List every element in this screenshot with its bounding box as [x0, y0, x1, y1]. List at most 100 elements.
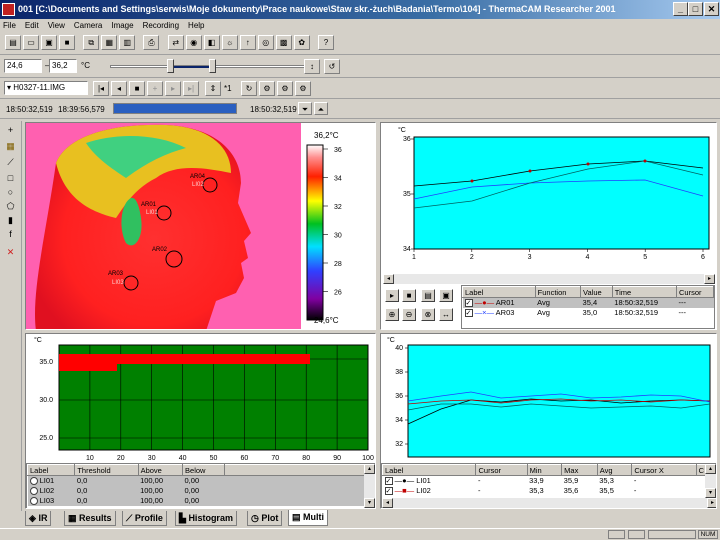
legend-header-label[interactable]: Label	[462, 286, 536, 298]
step-back-icon[interactable]: ◂	[111, 81, 127, 96]
histogram-vscroll[interactable]: ▴ ▾	[364, 464, 375, 508]
rectangle-icon[interactable]: □	[3, 171, 18, 185]
refresh-icon[interactable]: ↻	[241, 81, 257, 96]
legend-header-cursor[interactable]: Cursor	[676, 286, 714, 298]
zoom-out-icon[interactable]: ⊖	[402, 308, 416, 321]
tab-plot[interactable]: ◷ Plot	[247, 511, 283, 526]
formula-icon[interactable]: f	[3, 227, 18, 241]
tab-results[interactable]: ▦ Results	[64, 511, 116, 526]
trend-export-icon[interactable]: ▤	[421, 289, 435, 302]
palette-icon[interactable]: ✿	[293, 35, 310, 50]
sequence-b-icon[interactable]: ⚙	[277, 81, 293, 96]
legend-header-function[interactable]: Function	[534, 286, 582, 298]
camera-icon[interactable]: ◉	[185, 35, 202, 50]
trend-play-icon[interactable]: ▸	[385, 289, 399, 302]
play-icon[interactable]: ▸	[165, 81, 181, 96]
menu-edit[interactable]: Edit	[25, 21, 39, 30]
checkbox[interactable]: ✓	[464, 299, 473, 308]
isotherm-icon[interactable]: ▮	[3, 213, 18, 227]
profile-header-min[interactable]: Min	[526, 464, 563, 476]
scroll-right-icon[interactable]: ▸	[707, 498, 716, 508]
minimize-button[interactable]: _	[673, 2, 688, 16]
pan-icon[interactable]: ↔	[439, 308, 453, 321]
hist-header-below[interactable]: Below	[182, 464, 225, 476]
menu-file[interactable]: File	[3, 21, 16, 30]
save-icon[interactable]: ■	[59, 35, 75, 50]
table-row[interactable]: ✓ —■— LI02 - 35,3 35,6 35,5 -	[383, 486, 716, 496]
trend-hscroll[interactable]: ◂ ▸	[383, 274, 715, 284]
hist-header-above[interactable]: Above	[137, 464, 184, 476]
profile-header-label[interactable]: Label	[382, 464, 477, 476]
record-icon[interactable]: ◧	[203, 35, 220, 50]
range-slider-low-thumb[interactable]	[167, 59, 174, 73]
menu-image[interactable]: Image	[111, 21, 133, 30]
legend-header-value[interactable]: Value	[580, 286, 613, 298]
recording-filename-select[interactable]: ▾ H0327-11.IMG	[4, 81, 88, 95]
profile-header-max[interactable]: Max	[561, 464, 598, 476]
scroll-right-icon[interactable]: ▸	[704, 274, 715, 284]
copy-image-icon[interactable]: ▦	[101, 35, 118, 50]
trend-stop-icon[interactable]: ■	[402, 289, 416, 302]
legend-header-time[interactable]: Time	[611, 286, 678, 298]
scroll-left-icon[interactable]: ◂	[383, 274, 394, 284]
radio-button[interactable]	[29, 487, 38, 495]
checkbox[interactable]: ✓	[384, 477, 393, 486]
go-first-icon[interactable]: |◂	[93, 81, 109, 96]
table-row[interactable]: LI01 0,0 100,00 0,00	[27, 475, 375, 486]
tab-profile[interactable]: ⟋ Profile	[122, 511, 167, 526]
sphere-icon[interactable]: ◎	[257, 35, 274, 50]
menu-view[interactable]: View	[48, 21, 65, 30]
ir-image[interactable]: AR04 LI02 AR01 LI01 AR02 AR03 LI03 36,2°…	[26, 123, 376, 330]
tab-multi[interactable]: ▤ Multi	[288, 510, 329, 526]
polygon-icon[interactable]: ⬠	[3, 199, 18, 213]
range-low-input[interactable]: 24,6	[4, 59, 42, 73]
maximize-button[interactable]: □	[688, 2, 703, 16]
hist-header-threshold[interactable]: Threshold	[74, 464, 139, 476]
zoom-in-icon[interactable]: ⊕	[385, 308, 399, 321]
profile-header-cursorx[interactable]: Cursor X	[631, 464, 697, 476]
paste-icon[interactable]: ▥	[119, 35, 136, 50]
pointer-icon[interactable]: ↑	[239, 35, 256, 50]
print-icon[interactable]: ⎙	[143, 35, 160, 50]
go-last-icon[interactable]: ▸|	[183, 81, 199, 96]
time-slider[interactable]	[113, 103, 237, 114]
speed-spinner-icon[interactable]: ⇕	[205, 81, 221, 96]
scroll-down-icon[interactable]: ▾	[364, 498, 375, 508]
auto-adjust-icon[interactable]: ↕	[304, 59, 320, 74]
copy-icon[interactable]: ⧉	[83, 35, 100, 50]
histogram-chart[interactable]: °C 35.0 30.0 25.0 10 20 30 40 50 60 70 80 90 100	[26, 334, 376, 464]
step-forward-icon[interactable]: +	[147, 81, 163, 96]
profile-header-cursor[interactable]: Cursor	[475, 464, 528, 476]
table-row[interactable]: ✓ —●— AR01 Avg 35,4 18:50:32,519 ---	[462, 297, 714, 308]
checkbox[interactable]: ✓	[464, 309, 473, 317]
close-button[interactable]: ✕	[704, 2, 719, 16]
open-image-icon[interactable]: ▣	[41, 35, 57, 50]
radio-button[interactable]	[29, 477, 38, 486]
sequence-a-icon[interactable]: ⚙	[259, 81, 275, 96]
profile-hscroll[interactable]: ◂ ▸	[382, 498, 716, 508]
range-slider-high-thumb[interactable]	[209, 59, 216, 73]
spot-trend-chart[interactable]: °C 3635341 2 3 4 5 6	[381, 123, 717, 273]
delete-icon[interactable]: ✕	[3, 245, 18, 259]
mark-end-icon[interactable]: ⏶	[314, 102, 328, 115]
mark-start-icon[interactable]: ⏷	[298, 102, 312, 115]
scroll-down-icon[interactable]: ▾	[705, 488, 716, 498]
table-row[interactable]: ✓ —×— AR03 Avg 35,0 18:50:32,519 ---	[463, 308, 714, 318]
scroll-up-icon[interactable]: ▴	[364, 464, 375, 474]
new-icon[interactable]: ▤	[5, 35, 21, 50]
table-row[interactable]: LI03 0,0 100,00 0,00	[27, 495, 375, 506]
menu-camera[interactable]: Camera	[74, 21, 102, 30]
table-row[interactable]: ✓ —●— LI01 - 33,9 35,9 35,3 -	[383, 476, 716, 486]
profile-vscroll[interactable]: ▴ ▾	[705, 464, 716, 498]
circle-icon[interactable]: ○	[3, 185, 18, 199]
line-profile-chart[interactable]: °C 40 38 36 34 32	[381, 334, 717, 462]
scroll-left-icon[interactable]: ◂	[382, 498, 393, 508]
line-icon[interactable]: ⟋	[3, 155, 18, 169]
sequence-c-icon[interactable]: ⚙	[295, 81, 311, 96]
grid-icon[interactable]: ▩	[275, 35, 292, 50]
open-icon[interactable]: ▭	[23, 35, 39, 50]
tab-histogram[interactable]: ▙ Histogram	[175, 511, 237, 526]
menu-recording[interactable]: Recording	[143, 21, 179, 30]
tab-ir[interactable]: ◈ IR	[25, 511, 52, 526]
radio-button[interactable]	[29, 497, 38, 505]
